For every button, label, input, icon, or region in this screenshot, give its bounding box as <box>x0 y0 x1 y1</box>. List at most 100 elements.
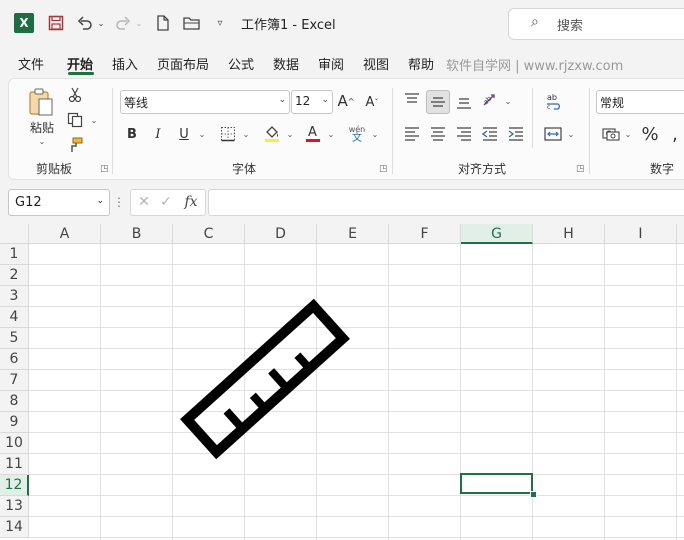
middle-align-icon[interactable] <box>426 90 450 114</box>
copy-dropdown-icon[interactable]: ⌄ <box>89 115 99 125</box>
tab-formulas[interactable]: 公式 <box>228 54 254 73</box>
active-cell-g12[interactable] <box>460 473 533 494</box>
tab-help[interactable]: 帮助 <box>408 54 434 73</box>
row-header[interactable]: 6 <box>0 349 29 370</box>
orientation-dropdown-icon[interactable]: ⌄ <box>503 96 513 106</box>
search-input[interactable]: ⌕ 搜索 <box>508 8 684 40</box>
row-header[interactable]: 10 <box>0 433 29 454</box>
borders-dropdown-icon[interactable]: ⌄ <box>241 129 251 139</box>
name-box[interactable]: G12 ⌄ <box>8 189 110 216</box>
wrap-text-icon[interactable]: ab c <box>542 90 566 112</box>
column-header-selected[interactable]: G <box>461 224 533 244</box>
format-painter-icon[interactable] <box>66 136 84 154</box>
row-header[interactable]: 3 <box>0 286 29 307</box>
phonetic-guide-icon[interactable]: wén 文 <box>346 123 368 145</box>
bold-icon[interactable]: B <box>124 124 140 144</box>
align-left-icon[interactable] <box>402 124 422 144</box>
column-header[interactable]: F <box>389 224 461 244</box>
undo-icon[interactable] <box>76 12 94 34</box>
row-header[interactable]: 9 <box>0 412 29 433</box>
tab-file[interactable]: 文件 <box>18 54 44 73</box>
tab-review[interactable]: 审阅 <box>318 54 344 73</box>
open-folder-icon[interactable] <box>182 12 202 34</box>
column-header[interactable]: E <box>317 224 389 244</box>
ruler-icon[interactable] <box>170 284 360 474</box>
column-header[interactable]: I <box>605 224 677 244</box>
column-header[interactable]: D <box>245 224 317 244</box>
font-launcher-icon[interactable]: ◳ <box>379 164 388 174</box>
phonetic-dropdown-icon[interactable]: ⌄ <box>370 129 380 139</box>
paste-dropdown-icon[interactable]: ⌄ <box>37 136 47 146</box>
column-header[interactable] <box>677 224 684 244</box>
increase-indent-icon[interactable] <box>506 124 526 144</box>
tab-insert[interactable]: 插入 <box>112 54 138 73</box>
font-color-icon[interactable]: A <box>303 122 323 144</box>
top-align-icon[interactable] <box>402 90 422 110</box>
redo-icon[interactable] <box>114 12 132 34</box>
row-header[interactable]: 13 <box>0 496 29 517</box>
copy-icon[interactable] <box>66 111 84 129</box>
row-header[interactable]: 14 <box>0 517 29 538</box>
merge-center-icon[interactable] <box>542 124 564 144</box>
paste-icon[interactable] <box>26 86 56 118</box>
select-all-corner[interactable] <box>0 224 29 244</box>
row-header[interactable]: 4 <box>0 307 29 328</box>
row-header[interactable]: 7 <box>0 370 29 391</box>
accounting-dropdown-icon[interactable]: ⌄ <box>623 129 633 139</box>
more-options-icon[interactable]: ⋮ <box>113 193 125 211</box>
row-header[interactable]: 2 <box>0 265 29 286</box>
column-header[interactable]: H <box>533 224 605 244</box>
alignment-launcher-icon[interactable]: ◳ <box>576 164 585 174</box>
spreadsheet-grid[interactable]: A B C D E F G H I 1 2 3 4 5 6 7 8 9 10 1… <box>0 224 684 540</box>
decrease-font-size-icon[interactable]: Aˇ <box>362 92 382 112</box>
merge-dropdown-icon[interactable]: ⌄ <box>566 129 576 139</box>
redo-dropdown-icon[interactable]: ⌄ <box>134 12 144 34</box>
clipboard-launcher-icon[interactable]: ◳ <box>100 164 109 174</box>
accounting-format-icon[interactable] <box>600 124 622 144</box>
row-header[interactable]: 11 <box>0 454 29 475</box>
cancel-icon[interactable]: ✕ <box>135 192 153 212</box>
gridline <box>29 474 684 475</box>
customize-toolbar-icon[interactable]: ▿ <box>214 12 226 34</box>
borders-icon[interactable] <box>218 124 238 144</box>
fill-color-dropdown-icon[interactable]: ⌄ <box>285 129 295 139</box>
fill-color-icon[interactable] <box>262 122 282 144</box>
group-separator <box>112 88 113 174</box>
cut-icon[interactable] <box>66 86 84 104</box>
align-right-icon[interactable] <box>454 124 474 144</box>
font-name-select[interactable]: 等线 ⌄ <box>120 90 290 114</box>
row-header[interactable]: 8 <box>0 391 29 412</box>
italic-icon[interactable]: I <box>150 124 166 144</box>
row-header-selected[interactable]: 12 <box>0 475 29 496</box>
align-center-icon[interactable] <box>428 124 448 144</box>
bottom-align-icon[interactable] <box>454 92 474 112</box>
paste-button[interactable]: 粘贴 <box>27 119 57 135</box>
font-color-dropdown-icon[interactable]: ⌄ <box>326 129 336 139</box>
underline-dropdown-icon[interactable]: ⌄ <box>197 129 207 139</box>
column-header[interactable]: A <box>29 224 101 244</box>
tab-page-layout[interactable]: 页面布局 <box>157 54 209 73</box>
row-header[interactable]: 1 <box>0 244 29 265</box>
column-header[interactable]: B <box>101 224 173 244</box>
undo-dropdown-icon[interactable]: ⌄ <box>96 12 106 34</box>
row-header[interactable]: 5 <box>0 328 29 349</box>
underline-icon[interactable]: U <box>176 124 192 144</box>
tab-view[interactable]: 视图 <box>363 54 389 73</box>
orientation-icon[interactable]: ab <box>480 90 502 110</box>
number-format-select[interactable]: 常规 <box>596 90 684 114</box>
save-icon[interactable] <box>46 12 66 34</box>
percent-style-icon[interactable]: % <box>640 123 660 145</box>
group-separator <box>392 88 393 174</box>
formula-input[interactable] <box>208 189 684 216</box>
new-file-icon[interactable] <box>154 12 172 34</box>
decrease-indent-icon[interactable] <box>480 124 500 144</box>
enter-icon[interactable]: ✓ <box>157 192 175 212</box>
insert-function-icon[interactable]: fx <box>181 192 201 212</box>
tab-data[interactable]: 数据 <box>273 54 299 73</box>
comma-style-icon[interactable]: , <box>668 123 682 145</box>
tab-home[interactable]: 开始 <box>67 54 93 73</box>
font-size-select[interactable]: 12 ⌄ <box>291 90 333 114</box>
increase-font-size-icon[interactable]: A ^ <box>336 90 356 112</box>
fill-handle[interactable] <box>530 491 537 498</box>
column-header[interactable]: C <box>173 224 245 244</box>
